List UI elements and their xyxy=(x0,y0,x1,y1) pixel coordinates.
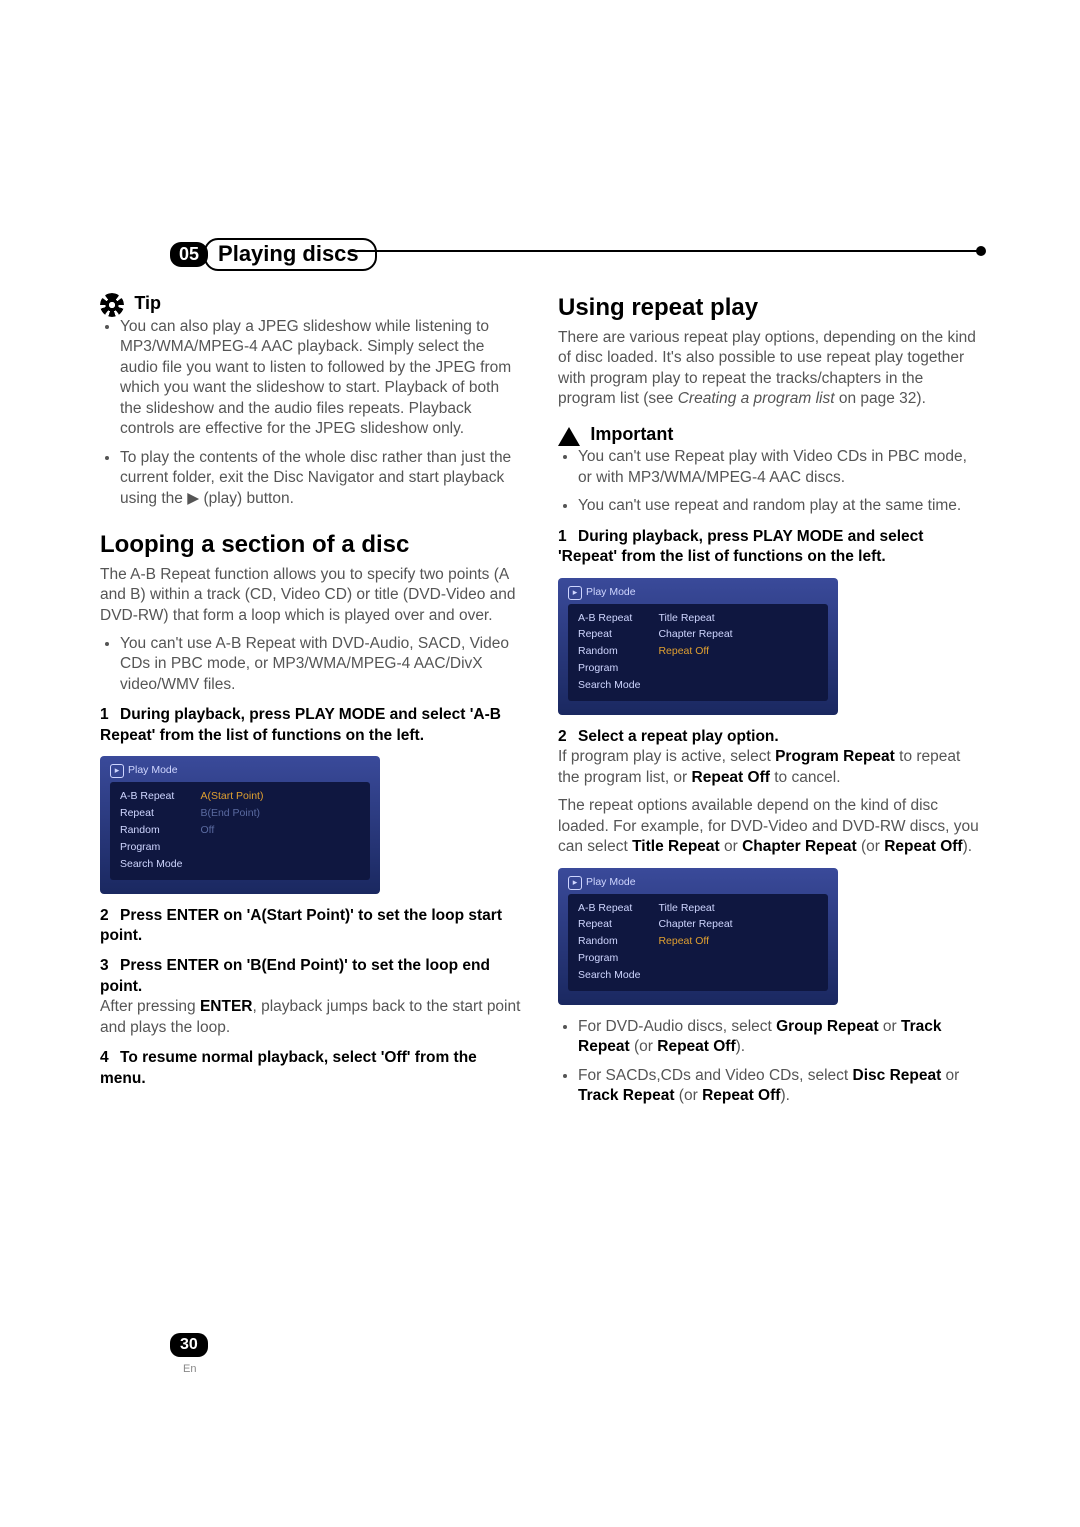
left-column: Tip You can also play a JPEG slideshow w… xyxy=(100,292,522,1115)
osd-option: Title Repeat xyxy=(658,902,732,916)
right-column: Using repeat play There are various repe… xyxy=(558,292,980,1115)
step-3-body: After pressing ENTER, playback jumps bac… xyxy=(100,997,522,1038)
gear-icon xyxy=(100,293,124,317)
list-item: You can also play a JPEG slideshow while… xyxy=(120,317,522,440)
osd-item: A-B Repeat xyxy=(578,902,640,916)
repeat-step2-body2: The repeat options available depend on t… xyxy=(558,796,980,857)
header-rule xyxy=(350,250,980,252)
chapter-title: Playing discs xyxy=(204,238,377,271)
playmode-icon: ▸ xyxy=(568,876,582,890)
osd-item: Repeat xyxy=(578,628,640,642)
osd-title: Play Mode xyxy=(586,876,636,890)
page-language: En xyxy=(183,1363,196,1375)
section-heading-looping: Looping a section of a disc xyxy=(100,529,522,561)
osd-item: Random xyxy=(578,935,640,949)
step-2: 2Press ENTER on 'A(Start Point)' to set … xyxy=(100,906,522,947)
two-column-body: Tip You can also play a JPEG slideshow w… xyxy=(100,292,980,1115)
osd-playmode-ab: ▸ Play Mode A-B Repeat Repeat Random Pro… xyxy=(100,756,380,893)
osd-playmode-repeat-2: ▸ Play Mode A-B Repeat Repeat Random Prog… xyxy=(558,868,838,1005)
list-item: To play the contents of the whole disc r… xyxy=(120,448,522,509)
section-heading-repeat: Using repeat play xyxy=(558,292,980,324)
repeat-disc-options: For DVD-Audio discs, select Group Repeat… xyxy=(558,1017,980,1107)
osd-item: Program xyxy=(578,952,640,966)
looping-note-list: You can't use A-B Repeat with DVD-Audio,… xyxy=(100,634,522,695)
list-item: You can't use repeat and random play at … xyxy=(578,496,980,516)
step-3: 3Press ENTER on 'B(End Point)' to set th… xyxy=(100,956,522,997)
looping-intro: The A-B Repeat function allows you to sp… xyxy=(100,565,522,626)
osd-item: Search Mode xyxy=(578,679,640,693)
osd-playmode-repeat-1: ▸ Play Mode A-B Repeat Repeat Random Prog… xyxy=(558,578,838,715)
osd-item: Program xyxy=(578,662,640,676)
osd-item: Repeat xyxy=(578,918,640,932)
list-item: For DVD-Audio discs, select Group Repeat… xyxy=(578,1017,980,1058)
osd-option-selected: A(Start Point) xyxy=(200,790,263,804)
tip-list: You can also play a JPEG slideshow while… xyxy=(100,317,522,509)
osd-item: Repeat xyxy=(120,807,182,821)
osd-title: Play Mode xyxy=(128,764,178,778)
step-1: 1During playback, press PLAY MODE and se… xyxy=(100,705,522,746)
repeat-step-1: 1During playback, press PLAY MODE and se… xyxy=(558,527,980,568)
osd-item: Random xyxy=(578,645,640,659)
osd-item: Search Mode xyxy=(120,858,182,872)
list-item: You can't use A-B Repeat with DVD-Audio,… xyxy=(120,634,522,695)
important-block: Important You can't use Repeat play with… xyxy=(558,423,980,516)
repeat-step-2: 2Select a repeat play option. xyxy=(558,727,980,747)
chapter-number: 05 xyxy=(170,242,208,267)
osd-option-dim: Off xyxy=(200,824,263,838)
osd-option-dim: B(End Point) xyxy=(200,807,263,821)
repeat-intro: There are various repeat play options, d… xyxy=(558,328,980,410)
osd-item: Program xyxy=(120,841,182,855)
list-item: You can't use Repeat play with Video CDs… xyxy=(578,447,980,488)
osd-body: A-B Repeat Repeat Random Program Search … xyxy=(110,782,370,879)
playmode-icon: ▸ xyxy=(568,586,582,600)
osd-option: Chapter Repeat xyxy=(658,628,732,642)
warning-icon xyxy=(558,427,580,446)
osd-left-list: A-B Repeat Repeat Random Program Search … xyxy=(120,790,182,871)
osd-option: Chapter Repeat xyxy=(658,918,732,932)
osd-item: A-B Repeat xyxy=(120,790,182,804)
osd-title: Play Mode xyxy=(586,586,636,600)
osd-option: Title Repeat xyxy=(658,612,732,626)
repeat-step2-body1: If program play is active, select Progra… xyxy=(558,747,980,788)
page-number-badge: 30 xyxy=(170,1333,208,1357)
step-4: 4To resume normal playback, select 'Off'… xyxy=(100,1048,522,1089)
osd-option-selected: Repeat Off xyxy=(658,645,732,659)
important-label: Important xyxy=(590,424,673,444)
important-list: You can't use Repeat play with Video CDs… xyxy=(558,447,980,516)
playmode-icon: ▸ xyxy=(110,764,124,778)
osd-title-row: ▸ Play Mode xyxy=(110,764,370,778)
tip-block: Tip You can also play a JPEG slideshow w… xyxy=(100,292,522,509)
chapter-tab: 05 Playing discs xyxy=(170,238,377,271)
osd-option-selected: Repeat Off xyxy=(658,935,732,949)
osd-item: Search Mode xyxy=(578,969,640,983)
osd-item: Random xyxy=(120,824,182,838)
list-item: For SACDs,CDs and Video CDs, select Disc… xyxy=(578,1066,980,1107)
osd-right-list: A(Start Point) B(End Point) Off xyxy=(200,790,263,871)
tip-label: Tip xyxy=(134,293,161,313)
osd-item: A-B Repeat xyxy=(578,612,640,626)
